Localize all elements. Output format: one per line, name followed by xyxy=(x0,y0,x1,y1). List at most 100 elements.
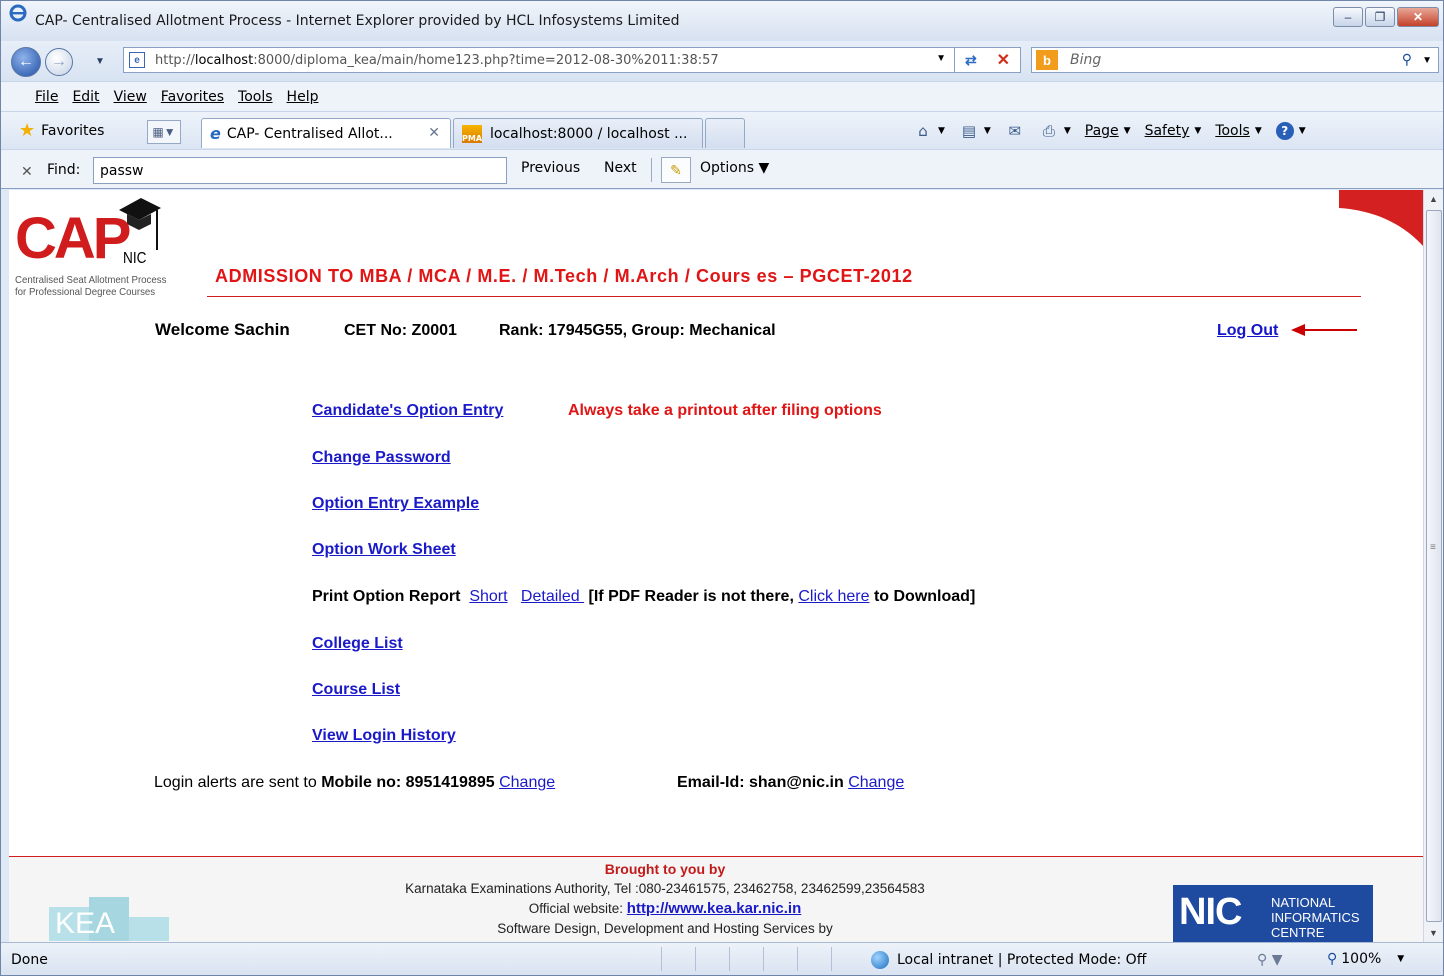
logout-link[interactable]: Log Out xyxy=(1217,322,1278,340)
option-entry-example-link[interactable]: Option Entry Example xyxy=(312,495,479,512)
find-previous-button[interactable]: Previous xyxy=(521,160,580,176)
scroll-thumb[interactable] xyxy=(1426,210,1442,922)
close-window-button[interactable]: ✕ xyxy=(1397,7,1439,27)
new-tab-button[interactable] xyxy=(705,118,745,148)
mail-button[interactable]: ✉ xyxy=(1005,122,1025,140)
tab-localhost[interactable]: PMA localhost:8000 / localhost ... xyxy=(453,118,703,148)
zoom-icon: ⚲ xyxy=(1327,951,1338,967)
menu-tools[interactable]: Tools xyxy=(238,89,273,105)
find-options-button[interactable]: Options ▼ xyxy=(700,160,769,176)
menu-edit[interactable]: Edit xyxy=(72,89,99,105)
cap-logo-text: CAP xyxy=(15,206,131,271)
help-menu[interactable]: ? ▼ xyxy=(1275,122,1306,140)
phpmyadmin-icon: PMA xyxy=(462,124,482,143)
protected-mode-icon[interactable]: ⚲ ▼ xyxy=(1257,952,1282,968)
tab-cap[interactable]: e CAP- Centralised Allot... ✕ xyxy=(201,118,451,148)
address-dropdown-icon[interactable]: ▼ xyxy=(936,53,946,64)
hosting-credit: Software Design, Development and Hosting… xyxy=(497,921,833,936)
scroll-down-icon[interactable]: ▼ xyxy=(1429,928,1438,938)
login-history-link[interactable]: View Login History xyxy=(312,727,456,744)
change-mobile-link[interactable]: Change xyxy=(499,774,555,791)
find-separator xyxy=(651,158,652,182)
print-report-label: Print Option Report xyxy=(312,588,461,605)
nic-logo-word: NIC xyxy=(1179,891,1242,933)
navigation-bar: ← → ▼ e http://localhost:8000/diploma_ke… xyxy=(1,41,1443,81)
menu-favorites[interactable]: Favorites xyxy=(161,89,224,105)
status-bar: Done Local intranet | Protected Mode: Of… xyxy=(1,942,1443,975)
refresh-icon[interactable]: ⇄ xyxy=(965,52,977,69)
ie-icon xyxy=(9,4,27,22)
search-box[interactable]: b Bing ⚲ ▼ xyxy=(1031,47,1439,73)
print-button[interactable]: ⎙ ▼ xyxy=(1039,122,1071,140)
safety-menu[interactable]: Safety ▼ xyxy=(1145,123,1202,139)
nic-logo-full: NATIONAL INFORMATICS CENTRE xyxy=(1271,895,1360,940)
search-icon[interactable]: ⚲ xyxy=(1402,51,1412,68)
change-email-link[interactable]: Change xyxy=(848,774,904,791)
mail-icon: ✉ xyxy=(1008,122,1022,140)
option-entry-link[interactable]: Candidate's Option Entry xyxy=(312,402,503,419)
close-tab-icon[interactable]: ✕ xyxy=(428,125,440,141)
tab-label: localhost:8000 / localhost ... xyxy=(490,125,688,142)
pdf-note-end: to Download] xyxy=(873,588,976,605)
find-bar: ✕ Find: passw Previous Next ✎ Options ▼ xyxy=(1,149,1443,189)
search-dropdown-icon[interactable]: ▼ xyxy=(1422,55,1432,66)
tools-menu[interactable]: Tools ▼ xyxy=(1215,123,1261,139)
browser-window: CAP- Centralised Allotment Process - Int… xyxy=(0,0,1444,976)
forward-button[interactable]: → xyxy=(45,48,73,76)
zoom-control[interactable]: ⚲ 100% ▼ xyxy=(1327,951,1404,967)
page-icon: e xyxy=(129,52,145,68)
home-button[interactable]: ⌂ ▼ xyxy=(913,122,945,140)
window-title: CAP- Centralised Allotment Process - Int… xyxy=(35,13,680,29)
stop-icon[interactable]: ✕ xyxy=(997,50,1010,70)
find-next-button[interactable]: Next xyxy=(604,160,637,176)
detailed-report-link[interactable]: Detailed xyxy=(521,588,584,605)
option-work-sheet-link[interactable]: Option Work Sheet xyxy=(312,541,456,558)
download-pdf-reader-link[interactable]: Click here xyxy=(798,588,869,605)
minimize-button[interactable]: – xyxy=(1333,7,1363,27)
logo-tagline: for Professional Degree Courses xyxy=(15,286,156,298)
favorites-label: Favorites xyxy=(41,122,105,139)
search-placeholder: Bing xyxy=(1070,52,1102,68)
highlight-icon[interactable]: ✎ xyxy=(661,157,691,183)
college-list-link[interactable]: College List xyxy=(312,635,403,652)
printout-warning: Always take a printout after filing opti… xyxy=(568,402,882,419)
security-zone[interactable]: Local intranet | Protected Mode: Off xyxy=(871,951,1146,969)
favorites-bar: ★ Favorites ▦▼ e CAP- Centralised Allot.… xyxy=(1,111,1443,149)
zone-text: Local intranet | Protected Mode: Off xyxy=(897,952,1147,968)
brought-to-you: Brought to you by xyxy=(604,861,726,877)
quick-tabs-button[interactable]: ▦▼ xyxy=(147,120,181,144)
feeds-button[interactable]: ▤ ▼ xyxy=(959,122,991,140)
scroll-grip-icon: ≡ xyxy=(1430,542,1436,553)
close-find-icon[interactable]: ✕ xyxy=(21,163,33,180)
back-button[interactable]: ← xyxy=(11,47,41,77)
menu-view[interactable]: View xyxy=(114,89,147,105)
page-footer: KEA Brought to you by Karnataka Examinat… xyxy=(9,856,1423,942)
menu-help[interactable]: Help xyxy=(287,89,319,105)
page-menu[interactable]: Page ▼ xyxy=(1085,123,1131,139)
cap-logo: CAP NIC Centralised Seat Allotment Proce… xyxy=(13,194,203,298)
course-list-link[interactable]: Course List xyxy=(312,681,400,698)
vertical-scrollbar[interactable]: ▲ ≡ ▼ xyxy=(1423,190,1443,942)
nic-logo: NIC NATIONAL INFORMATICS CENTRE xyxy=(1173,885,1373,942)
find-input[interactable]: passw xyxy=(93,157,507,184)
menu-bar: File Edit View Favorites Tools Help xyxy=(1,81,1443,111)
status-panes xyxy=(661,947,865,971)
address-bar[interactable]: e http://localhost:8000/diploma_kea/main… xyxy=(123,47,955,73)
menu-file[interactable]: File xyxy=(35,89,58,105)
corner-decoration xyxy=(1339,190,1423,246)
kea-website-link[interactable]: http://www.kea.kar.nic.in xyxy=(627,900,802,917)
favorites-button[interactable]: ★ Favorites xyxy=(19,120,104,141)
history-dropdown-icon[interactable]: ▼ xyxy=(95,56,105,67)
window-controls: – ❐ ✕ xyxy=(1331,7,1439,27)
globe-icon xyxy=(871,951,889,969)
email-id: Email-Id: shan@nic.in xyxy=(677,774,844,791)
mobile-number: Mobile no: 8951419895 xyxy=(321,774,495,791)
scroll-up-icon[interactable]: ▲ xyxy=(1429,194,1438,204)
email-info: Email-Id: shan@nic.in Change xyxy=(677,774,904,792)
change-password-link[interactable]: Change Password xyxy=(312,449,451,466)
logo-tagline: Centralised Seat Allotment Process xyxy=(15,274,167,286)
login-alerts: Login alerts are sent to Mobile no: 8951… xyxy=(154,774,555,792)
short-report-link[interactable]: Short xyxy=(469,588,507,605)
restore-button[interactable]: ❐ xyxy=(1365,7,1395,27)
kea-contact: Karnataka Examinations Authority, Tel :0… xyxy=(405,881,925,896)
